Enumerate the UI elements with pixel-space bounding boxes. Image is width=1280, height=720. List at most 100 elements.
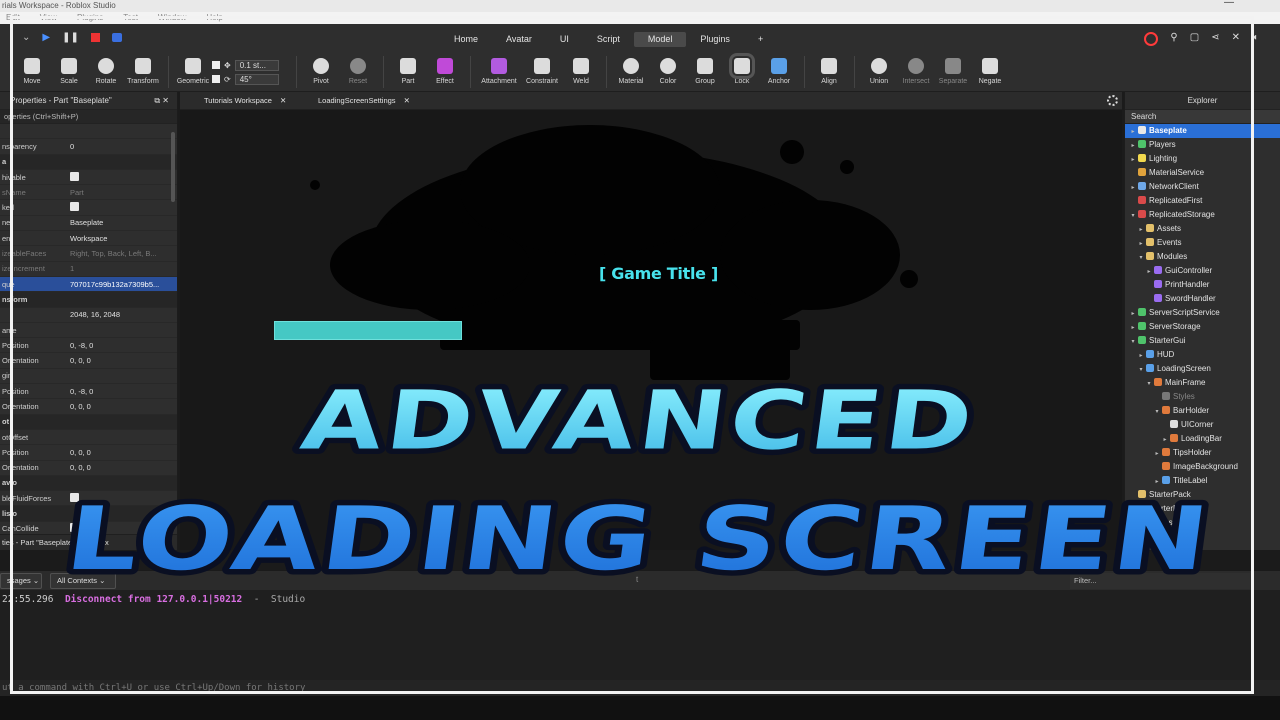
tab-ui[interactable]: UI xyxy=(546,32,583,47)
property-row[interactable]: otOffset xyxy=(0,430,177,446)
viewport[interactable]: [ Game Title ] xyxy=(180,110,1122,550)
explorer-item-titlelabel[interactable]: ▸ TitleLabel xyxy=(1125,474,1280,488)
property-row[interactable]: hivable xyxy=(0,170,177,186)
expand-arrow-icon[interactable]: ▸ xyxy=(1137,237,1145,251)
explorer-item-startergui[interactable]: ▾ StarterGui xyxy=(1125,334,1280,348)
tab-toolbox[interactable]: Toolbox xyxy=(83,538,109,547)
explorer-item-replicatedstorage[interactable]: ▾ ReplicatedStorage xyxy=(1125,208,1280,222)
command-bar-input[interactable]: ut a command with Ctrl+U or use Ctrl+Up/… xyxy=(0,680,1280,696)
menu-item-plugins[interactable]: Plugins xyxy=(77,13,103,22)
tab-tutorials-workspace[interactable]: Tutorials Workspace ✕ xyxy=(184,92,286,110)
close-icon[interactable]: ✕ xyxy=(280,96,286,105)
explorer-item-modules[interactable]: ▾ Modules xyxy=(1125,250,1280,264)
properties-scrollbar[interactable] xyxy=(171,132,175,202)
property-row[interactable]: sName Part xyxy=(0,185,177,201)
property-value[interactable]: 1 xyxy=(68,264,177,273)
property-row[interactable]: gin xyxy=(0,369,177,385)
explorer-item-soundservice[interactable]: ▸ SoundService xyxy=(1125,530,1280,544)
weld-tool[interactable]: Weld xyxy=(563,54,599,85)
tab-plugins[interactable]: Plugins xyxy=(686,32,744,47)
explorer-item-replicatedfirst[interactable]: ReplicatedFirst xyxy=(1125,194,1280,208)
expand-arrow-icon[interactable]: ▸ xyxy=(1129,321,1137,335)
minimize-icon[interactable]: — xyxy=(1224,0,1234,9)
tab-model[interactable]: Model xyxy=(633,32,687,47)
lock-tool[interactable]: Lock xyxy=(724,53,760,85)
geometric-tool[interactable]: Geometric xyxy=(175,54,211,85)
dropdown-icon[interactable]: ⌄ xyxy=(22,32,30,43)
property-value[interactable] xyxy=(68,202,177,213)
anchor-tool[interactable]: Anchor xyxy=(761,54,797,85)
explorer-item-materialservice[interactable]: MaterialService xyxy=(1125,166,1280,180)
move-snap-checkbox[interactable] xyxy=(212,61,220,69)
menu-item-help[interactable]: Help xyxy=(206,13,222,22)
property-checkbox[interactable] xyxy=(70,202,79,212)
explorer-item-hud[interactable]: ▸ HUD xyxy=(1125,348,1280,362)
property-value[interactable]: Baseplate xyxy=(68,218,177,227)
expand-arrow-icon[interactable]: ▸ xyxy=(1153,447,1161,461)
explorer-item-loadingbar[interactable]: ▸ LoadingBar xyxy=(1125,432,1280,446)
property-checkbox[interactable] xyxy=(70,492,79,502)
rotate-snap-input[interactable]: 45° xyxy=(234,73,279,85)
expand-arrow-icon[interactable]: ▸ xyxy=(1129,531,1137,545)
expand-arrow-icon[interactable]: ▸ xyxy=(1129,181,1137,195)
menu-item-edit[interactable]: Edit xyxy=(6,13,20,22)
expand-arrow-icon[interactable]: ▸ xyxy=(1129,139,1137,153)
property-value[interactable] xyxy=(68,492,177,504)
chat-icon[interactable]: ▢ xyxy=(1190,32,1199,46)
property-checkbox[interactable] xyxy=(70,523,79,533)
expand-arrow-icon[interactable]: ▸ xyxy=(1153,475,1161,489)
property-row[interactable] xyxy=(0,124,177,140)
rotate-tool[interactable]: Rotate xyxy=(88,54,124,85)
property-value[interactable]: 0, 0, 0 xyxy=(68,463,177,472)
expand-arrow-icon[interactable]: ▸ xyxy=(1129,307,1137,321)
output-filter-input[interactable]: Filter... xyxy=(1070,573,1250,589)
explorer-item-baseplate[interactable]: ▸ Baseplate xyxy=(1125,124,1280,138)
expand-arrow-icon[interactable]: ▾ xyxy=(1153,405,1161,419)
property-value[interactable]: 2048, 16, 2048 xyxy=(68,310,177,319)
property-value[interactable]: 0, 0, 0 xyxy=(68,356,177,365)
expand-arrow-icon[interactable]: ▸ xyxy=(1129,125,1137,139)
expand-arrow-icon[interactable]: ▾ xyxy=(1137,363,1145,377)
explorer-item-serverstorage[interactable]: ▸ ServerStorage xyxy=(1125,320,1280,334)
explorer-item-guicontroller[interactable]: ▸ GuiController xyxy=(1125,264,1280,278)
pivot-tool[interactable]: Pivot xyxy=(303,54,339,85)
explorer-item-starterplayer[interactable]: ▸ StarterPlayer xyxy=(1125,502,1280,516)
tab-avatar[interactable]: Avatar xyxy=(492,32,546,47)
menu-item-window[interactable]: Window xyxy=(158,13,186,22)
align-tool[interactable]: Align xyxy=(811,54,847,85)
property-row[interactable]: bleFluidForces xyxy=(0,491,177,507)
explorer-item-lighting[interactable]: ▸ Lighting xyxy=(1125,152,1280,166)
property-row[interactable]: Orientation 0, 0, 0 xyxy=(0,353,177,369)
property-value[interactable]: 0, -8, 0 xyxy=(68,387,177,396)
property-row[interactable]: Position 0, 0, 0 xyxy=(0,445,177,461)
property-row[interactable]: Position 0, -8, 0 xyxy=(0,338,177,354)
record-indicator-icon[interactable] xyxy=(1144,32,1159,46)
tab-script[interactable]: Script xyxy=(583,32,634,47)
explorer-item-styles[interactable]: Styles xyxy=(1125,390,1280,404)
effect-tool[interactable]: Effect xyxy=(427,54,463,85)
property-section[interactable]: ot xyxy=(0,414,177,430)
group-tool[interactable]: Group xyxy=(687,54,723,85)
explorer-item-assets[interactable]: ▸ Assets xyxy=(1125,222,1280,236)
explorer-item-imagebackground[interactable]: ImageBackground xyxy=(1125,460,1280,474)
close-icon[interactable]: ⧉ ✕ xyxy=(154,92,169,110)
property-value[interactable]: 707017c99b132a7309b5... xyxy=(68,280,177,289)
explorer-item-events[interactable]: ▸ Events xyxy=(1125,236,1280,250)
user-icon[interactable]: ⚲ xyxy=(1170,32,1177,46)
expand-arrow-icon[interactable]: ▾ xyxy=(1145,377,1153,391)
tab-home[interactable]: Home xyxy=(440,32,492,47)
pause-icon[interactable]: ❚❚ xyxy=(62,32,79,43)
explorer-item-players[interactable]: ▸ Players xyxy=(1125,138,1280,152)
property-row[interactable]: ame xyxy=(0,323,177,339)
explorer-item-serverscriptservice[interactable]: ▸ ServerScriptService xyxy=(1125,306,1280,320)
expand-arrow-icon[interactable]: ▸ xyxy=(1129,153,1137,167)
property-section[interactable]: nsform xyxy=(0,292,177,308)
explorer-item-barholder[interactable]: ▾ BarHolder xyxy=(1125,404,1280,418)
menu-item-test[interactable]: Test xyxy=(123,13,138,22)
loading-bar[interactable] xyxy=(274,321,462,340)
property-row[interactable]: ent Workspace xyxy=(0,231,177,247)
expand-arrow-icon[interactable]: ▸ xyxy=(1145,265,1153,279)
explorer-item-uicorner[interactable]: UICorner xyxy=(1125,418,1280,432)
properties-filter-input[interactable]: operties (Ctrl+Shift+P) xyxy=(0,110,177,124)
explorer-search-input[interactable]: Search xyxy=(1125,110,1280,124)
